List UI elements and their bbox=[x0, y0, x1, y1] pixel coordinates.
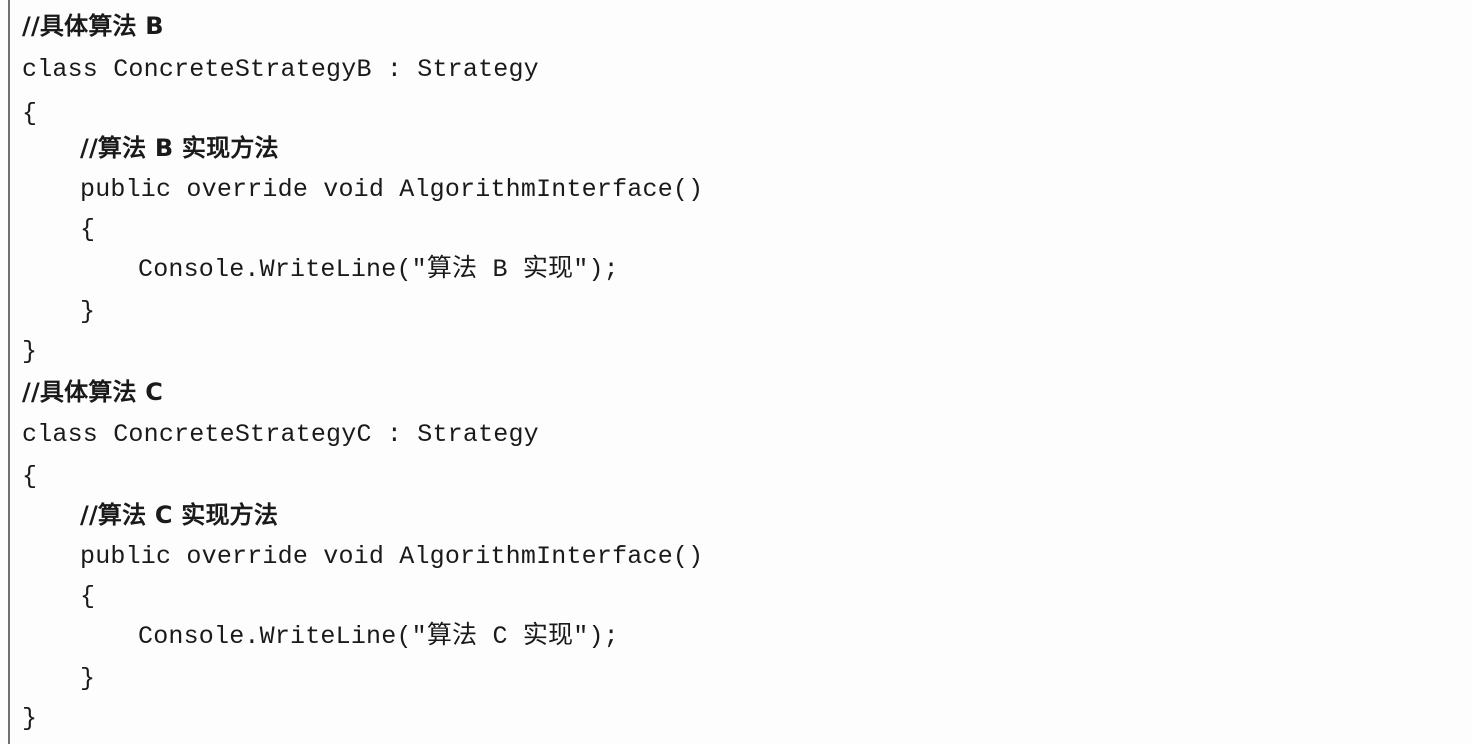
method-declaration: public override void AlgorithmInterface(… bbox=[80, 542, 704, 571]
close-brace: } bbox=[22, 337, 38, 366]
comment-line: //算法 B 实现方法 bbox=[80, 134, 279, 162]
open-brace: { bbox=[80, 582, 96, 611]
document-page: //具体算法 B class ConcreteStrategyB : Strat… bbox=[0, 0, 1472, 744]
open-brace: { bbox=[22, 462, 38, 491]
close-brace: } bbox=[22, 704, 38, 733]
open-brace: { bbox=[80, 215, 96, 244]
class-declaration: class ConcreteStrategyC : Strategy bbox=[22, 420, 539, 449]
class-declaration: class ConcreteStrategyB : Strategy bbox=[22, 55, 539, 84]
code-frame-rule bbox=[8, 0, 10, 744]
code-block: //具体算法 B class ConcreteStrategyB : Strat… bbox=[22, 0, 1422, 744]
comment-line: //算法 C 实现方法 bbox=[80, 501, 279, 529]
close-brace: } bbox=[80, 664, 96, 693]
method-declaration: public override void AlgorithmInterface(… bbox=[80, 175, 704, 204]
comment-line: //具体算法 C bbox=[22, 378, 164, 406]
comment-line: //具体算法 B bbox=[22, 12, 164, 40]
statement-line: Console.WriteLine("算法 C 实现"); bbox=[138, 622, 619, 651]
statement-line: Console.WriteLine("算法 B 实现"); bbox=[138, 255, 619, 284]
close-brace: } bbox=[80, 297, 96, 326]
